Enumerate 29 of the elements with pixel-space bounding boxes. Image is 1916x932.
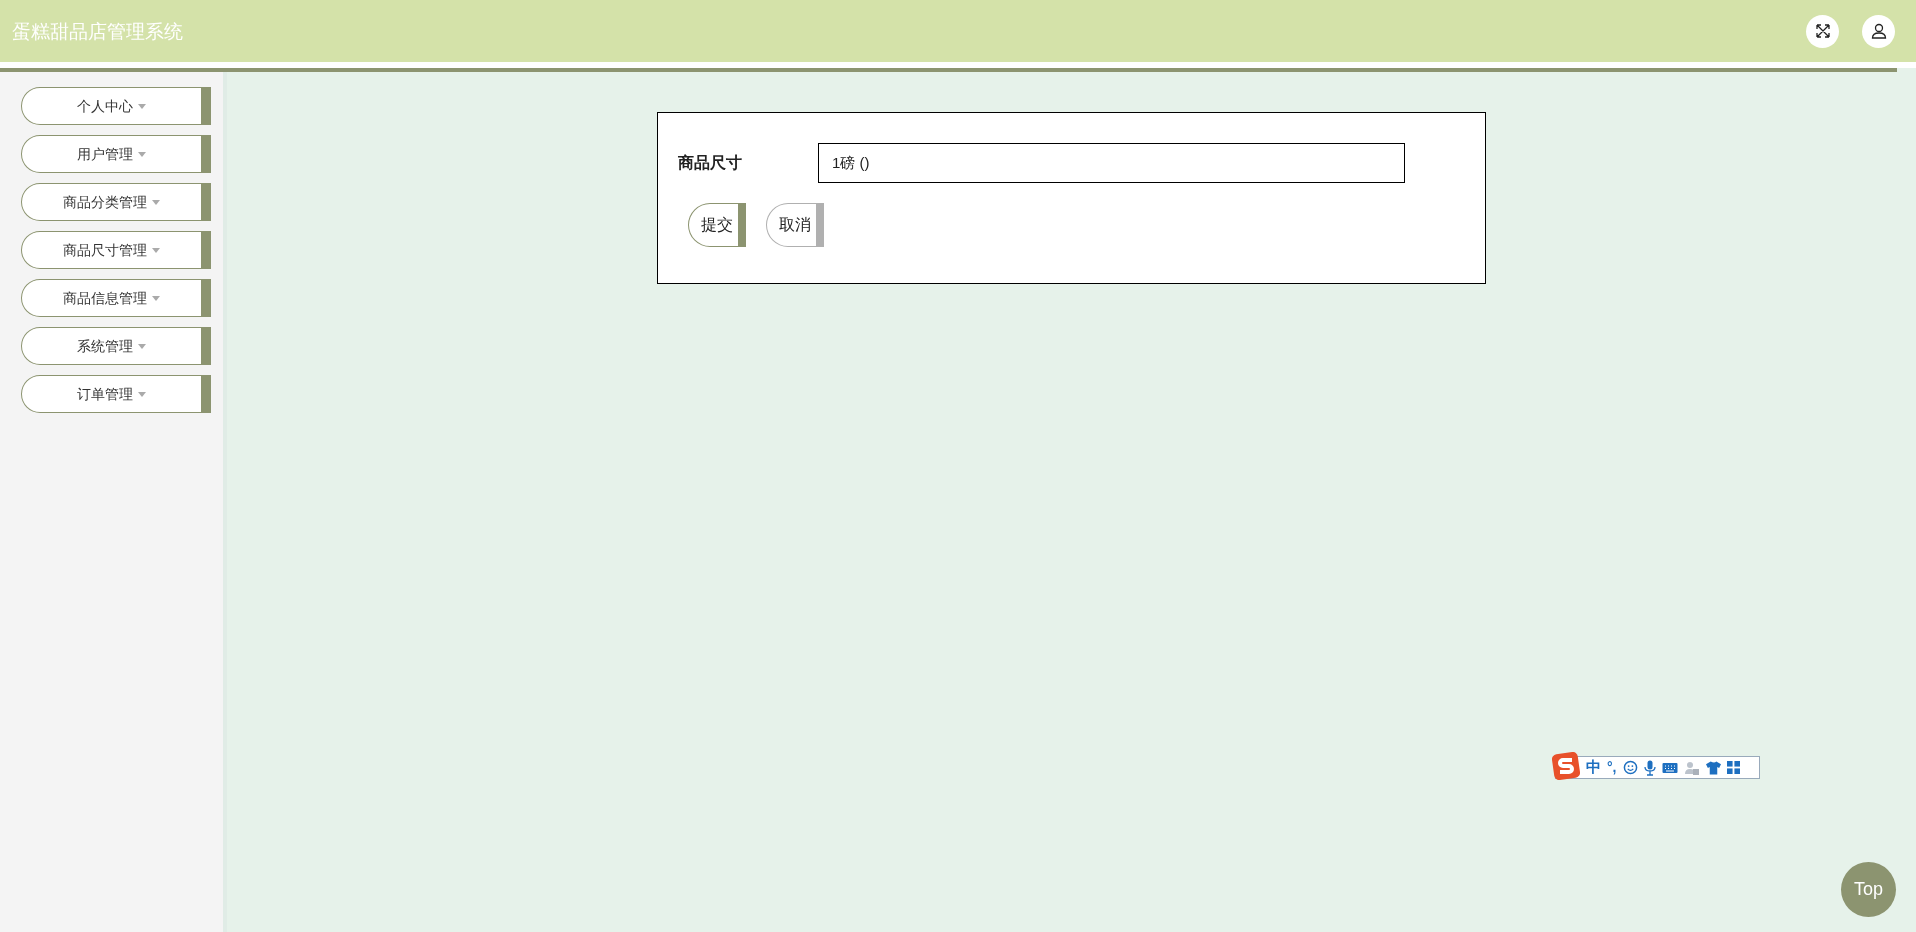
user-icon[interactable] xyxy=(1862,14,1895,48)
caret-icon xyxy=(152,199,160,205)
emoji-icon[interactable] xyxy=(1622,760,1638,775)
sidebar-menu-item[interactable]: 系统管理 xyxy=(21,327,211,365)
cancel-button[interactable]: 取消 xyxy=(766,203,824,247)
ime-logo-icon[interactable] xyxy=(1552,751,1580,780)
fullscreen-icon[interactable] xyxy=(1806,14,1839,48)
shirt-icon[interactable] xyxy=(1705,760,1721,775)
caret-icon xyxy=(138,103,146,109)
caret-icon xyxy=(138,151,146,157)
caret-icon xyxy=(138,343,146,349)
caret-icon xyxy=(138,391,146,397)
app-title: 蛋糕甜品店管理系统 xyxy=(12,18,183,44)
submit-button[interactable]: 提交 xyxy=(688,203,746,247)
sidebar-menu-item[interactable]: 个人中心 xyxy=(21,87,211,125)
sidebar-menu-item[interactable]: 用户管理 xyxy=(21,135,211,173)
ime-punctuation-toggle[interactable]: °, xyxy=(1607,757,1617,778)
caret-icon xyxy=(152,247,160,253)
keyboard-icon[interactable] xyxy=(1661,761,1678,774)
input-field[interactable]: 1磅 () xyxy=(818,143,1405,183)
sidebar-menu-item[interactable]: 订单管理 xyxy=(21,375,211,413)
field-label: 商品尺寸 xyxy=(678,153,743,173)
sidebar-menu-item[interactable]: 商品分类管理 xyxy=(21,183,211,221)
grid-icon[interactable] xyxy=(1726,761,1740,774)
sidebar-menu-item[interactable]: 商品尺寸管理 xyxy=(21,231,211,269)
ime-mode-toggle[interactable]: 中 xyxy=(1586,756,1601,779)
caret-icon xyxy=(152,295,160,301)
sidebar-menu-item[interactable]: 商品信息管理 xyxy=(21,279,211,317)
microphone-icon[interactable] xyxy=(1643,759,1656,776)
